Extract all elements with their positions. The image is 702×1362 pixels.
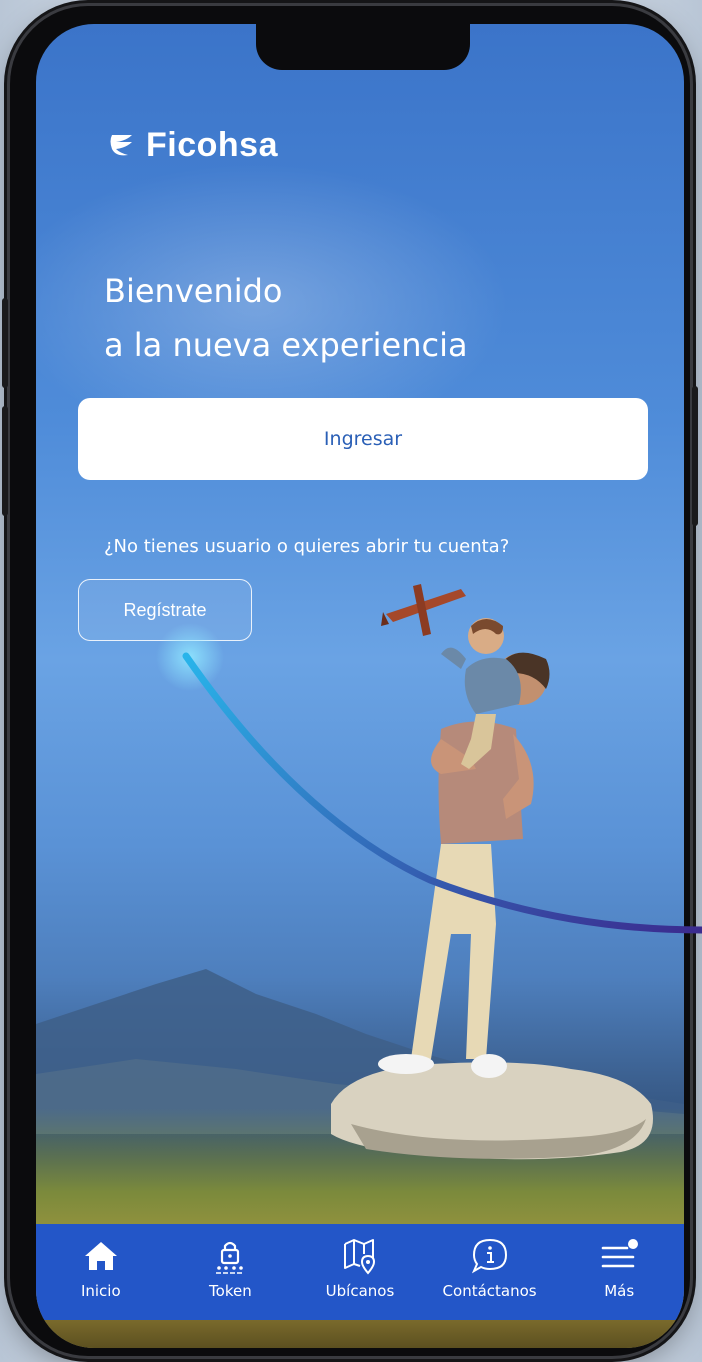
tab-label: Más <box>604 1282 635 1300</box>
brand-name: Ficohsa <box>146 126 278 164</box>
tab-label: Inicio <box>80 1282 121 1300</box>
side-button-right <box>692 386 698 526</box>
tab-contactanos[interactable]: Contáctanos <box>430 1234 550 1300</box>
register-button[interactable]: Regístrate <box>78 579 252 641</box>
welcome-line-2: a la nueva experiencia <box>104 326 468 364</box>
bottom-tab-bar: Inicio Token Ubícanos Contáctanos Más <box>36 1224 684 1320</box>
father-child-photo <box>331 584 653 1160</box>
tab-mas[interactable]: Más <box>559 1234 679 1300</box>
tab-label: Ubícanos <box>325 1282 395 1300</box>
home-icon <box>84 1242 117 1270</box>
tab-label: Token <box>209 1282 252 1300</box>
brand-logo: Ficohsa <box>106 126 278 165</box>
lock-token-icon <box>216 1241 245 1274</box>
phone-frame: Ficohsa Bienvenido a la nueva experienci… <box>2 6 698 1356</box>
side-button-left-2 <box>2 406 8 516</box>
side-button-left-1 <box>2 298 8 388</box>
tab-inicio[interactable]: Inicio <box>41 1234 161 1300</box>
bottom-grass-strip <box>36 1320 684 1348</box>
info-chat-icon <box>471 1238 507 1274</box>
login-button[interactable]: Ingresar <box>78 398 648 480</box>
app-screen: Ficohsa Bienvenido a la nueva experienci… <box>36 24 684 1348</box>
tab-label: Contáctanos <box>442 1282 537 1300</box>
map-pin-icon <box>343 1239 375 1275</box>
welcome-line-1: Bienvenido <box>104 272 283 310</box>
tab-token[interactable]: Token <box>170 1234 290 1300</box>
register-question: ¿No tienes usuario o quieres abrir tu cu… <box>104 536 510 557</box>
menu-icon <box>601 1239 639 1268</box>
ficohsa-logo-icon <box>110 134 132 155</box>
welcome-heading: Bienvenido a la nueva experiencia <box>104 264 468 372</box>
tab-ubicanos[interactable]: Ubícanos <box>300 1234 420 1300</box>
notch <box>256 24 470 70</box>
